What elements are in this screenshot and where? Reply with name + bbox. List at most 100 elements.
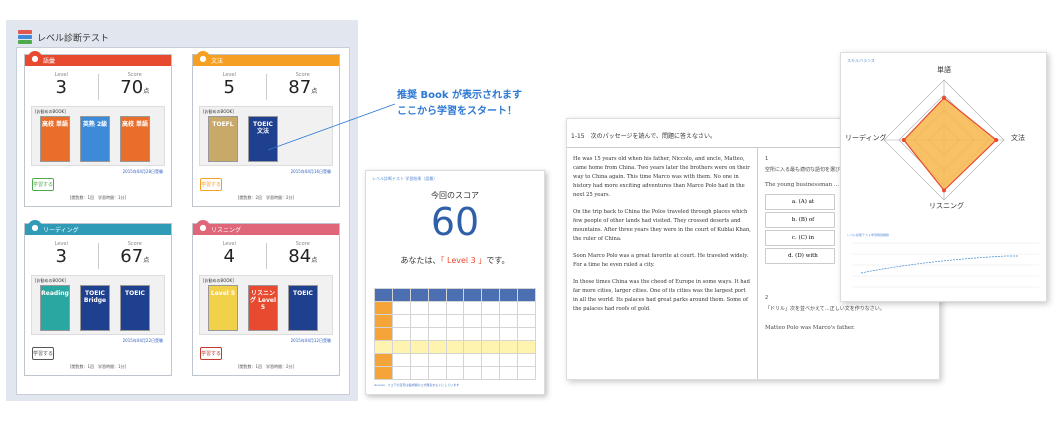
question-header: 1-15 次のパッセージを読んで、問題に答えなさい。	[571, 133, 716, 140]
table-row-highlighted	[374, 340, 536, 354]
level-value: 3	[55, 246, 67, 267]
dashboard-title: レベル診断テスト	[37, 33, 110, 44]
book-cover[interactable]: TOEIC	[288, 285, 318, 331]
report-header: レベル診断テスト 学習結果（語彙）	[372, 176, 438, 181]
score-unit: 点	[143, 257, 150, 264]
radar-chart	[853, 79, 1039, 288]
score-row: Level 3 Score 70点	[25, 72, 171, 102]
report-score: 60	[430, 200, 480, 244]
score-row: Level 5 Score 87点	[193, 72, 339, 102]
skill-icon: ●	[196, 220, 210, 234]
book-cover[interactable]: 高校 単語	[40, 116, 70, 162]
level-comparison-table	[374, 288, 536, 380]
card-title: 語彙	[43, 58, 56, 65]
reading-passage: He was 15 years old when his father, Nic…	[573, 155, 751, 322]
skill-card-reading: ● リーディング Level 3 Score 67点 [お勧めのBOOK] Re…	[24, 220, 172, 376]
table-row	[374, 314, 536, 328]
recommended-books: [お勧めのBOOK] Level 5 リスニング Level 5 TOEIC	[199, 275, 333, 335]
book-cover[interactable]: TOEIC	[120, 285, 150, 331]
book-cover[interactable]: TOEIC Bridge	[80, 285, 110, 331]
table-row	[374, 366, 536, 380]
score-unit: 点	[311, 88, 318, 95]
answer-text: Matteo Polo was Marco's father.	[765, 325, 855, 331]
skill-card-vocab: ● 語彙 Level 3 Score 70点 [お勧めのBOOK] 高校 単語英…	[24, 51, 172, 207]
score-unit: 点	[311, 257, 318, 264]
level-value: 3	[55, 77, 67, 98]
study-button[interactable]: 学習する	[200, 347, 223, 360]
choice-b[interactable]: b. (B) of	[765, 212, 835, 228]
axis-label-vocab: 単語	[937, 66, 951, 74]
table-row	[374, 301, 536, 315]
radar-point	[942, 188, 946, 193]
radar-point	[901, 138, 906, 142]
choice-a[interactable]: a. (A) at	[765, 194, 835, 210]
card-title: 文法	[211, 58, 224, 65]
study-button[interactable]: 学習する	[200, 178, 223, 191]
report-suffix: です。	[486, 256, 510, 265]
recommended-label: [お勧めのBOOK]	[35, 278, 66, 283]
question-text: 「ドリル」次を並べかえて…正しい文を作りなさい。	[765, 306, 885, 312]
skill-card-grammar: ● 文法 Level 5 Score 87点 [お勧めのBOOK] TOEFL T…	[192, 51, 340, 207]
score-unit: 点	[143, 88, 150, 95]
score-report-panel: レベル診断テスト 学習結果（語彙） 今回のスコア 60 あなたは、「 Level…	[365, 170, 545, 395]
score-value: 87	[288, 77, 312, 98]
test-date: 2015年04月22日受験	[122, 338, 163, 343]
passage-paragraph: Soon Marco Polo was a great favorite at …	[573, 253, 749, 268]
table-row	[374, 327, 536, 341]
card-title: リーディング	[43, 227, 79, 234]
score-value: 70	[120, 77, 144, 98]
trend-chart	[853, 242, 1039, 288]
card-title-bar: ● リスニング	[193, 220, 339, 235]
passage-paragraph: On the trip back to China the Polos trav…	[573, 209, 751, 242]
layers-icon	[18, 30, 32, 44]
level-test-dashboard: レベル診断テスト ● 語彙 Level 3 Score 70点 [お勧めのBOO…	[6, 20, 358, 401]
test-date: 2015年04月12日受験	[290, 338, 331, 343]
passage-paragraph: He was 15 years old when his father, Nic…	[573, 156, 750, 198]
table-row	[374, 288, 536, 302]
radar-point	[994, 138, 999, 142]
report-level-line: あなたは、「 Level 3 」です。	[366, 255, 544, 266]
callout-line-1: 推奨 Book が表示されます	[397, 90, 522, 101]
study-button[interactable]: 学習する	[32, 347, 55, 360]
card-title: リスニング	[211, 227, 242, 234]
score-row: Level 3 Score 67点	[25, 241, 171, 271]
callout-line-2: ここから学習をスタート！	[397, 106, 517, 117]
card-title-bar: ● リーディング	[25, 220, 171, 235]
report-level: 「 Level 3 」	[440, 256, 487, 265]
divider	[757, 147, 758, 379]
skill-icon: ●	[28, 51, 42, 65]
trend-title: レベル診断テスト学習時間推移	[847, 233, 890, 237]
skill-cards: ● 語彙 Level 3 Score 70点 [お勧めのBOOK] 高校 単語英…	[16, 47, 350, 395]
score-value: 84	[288, 246, 312, 267]
book-cover[interactable]: 英熟 2級	[80, 116, 110, 162]
recommended-books: [お勧めのBOOK] TOEFL TOEIC 文法	[199, 106, 333, 166]
score-value: 67	[120, 246, 144, 267]
recommended-label: [お勧めのBOOK]	[35, 109, 66, 114]
book-cover[interactable]: Reading	[40, 285, 70, 331]
card-title-bar: ● 文法	[193, 51, 339, 66]
book-cover[interactable]: リスニング Level 5	[248, 285, 278, 331]
test-date: 2015年04月28日受験	[122, 169, 163, 174]
choice-d[interactable]: d. (D) with	[765, 248, 835, 264]
recommended-label: [お勧めのBOOK]	[203, 278, 234, 283]
skill-icon: ●	[196, 51, 210, 65]
card-title-bar: ● 語彙	[25, 51, 171, 66]
recommended-books: [お勧めのBOOK] 高校 単語 英熟 2級 高校 単語	[31, 106, 165, 166]
test-date: 2015年04月16日受験	[290, 169, 331, 174]
skill-balance-panel: スキルバランス 単語 文法 リスニング リーディング レベル診断テスト学習時間推…	[840, 52, 1047, 302]
book-cover[interactable]: TOEIC 文法	[248, 116, 278, 162]
axis-label-reading: リーディング	[845, 134, 887, 142]
book-cover[interactable]: Level 5	[208, 285, 238, 331]
skill-card-listening: ● リスニング Level 4 Score 84点 [お勧めのBOOK] Lev…	[192, 220, 340, 376]
choice-c[interactable]: c. (C) in	[765, 230, 835, 246]
recommended-books: [お勧めのBOOK] Reading TOEIC Bridge TOEIC	[31, 275, 165, 335]
table-row	[374, 353, 536, 367]
book-cover[interactable]: TOEFL	[208, 116, 238, 162]
dashboard-header: レベル診断テスト	[18, 28, 109, 46]
recommended-label: [お勧めのBOOK]	[203, 109, 234, 114]
study-button[interactable]: 学習する	[32, 178, 55, 191]
axis-label-listening: リスニング	[929, 202, 964, 210]
radar-point	[942, 96, 946, 100]
passage-paragraph: In those times China was the cheod of Eu…	[573, 279, 750, 312]
book-cover[interactable]: 高校 単語	[120, 116, 150, 162]
